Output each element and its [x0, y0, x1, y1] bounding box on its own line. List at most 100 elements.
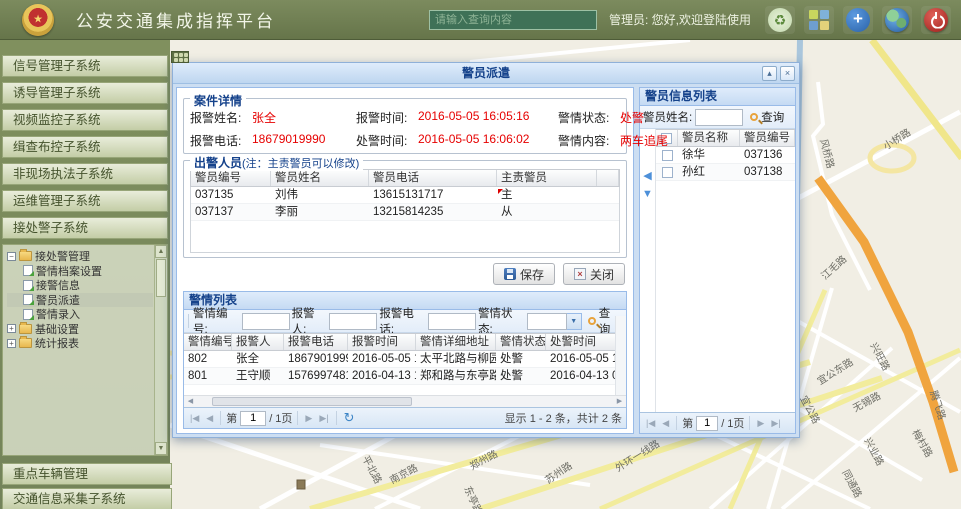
tree-scrollbar[interactable]: ▲ ▼ — [154, 245, 167, 455]
recycle-button[interactable]: ♻ — [765, 6, 795, 34]
global-search-input[interactable] — [429, 10, 597, 30]
officer-list-title: 警员信息列表 — [640, 88, 795, 106]
column-header[interactable]: 报警人 — [232, 334, 284, 350]
first-page-icon[interactable]: |◀ — [188, 413, 201, 424]
scroll-up-icon[interactable]: ▲ — [155, 245, 167, 258]
document-icon — [23, 309, 33, 320]
close-icon[interactable]: × — [780, 66, 795, 81]
column-header[interactable]: 报警时间 — [348, 334, 416, 350]
dialog-titlebar[interactable]: 警员派遣 ▴ × — [173, 63, 799, 84]
field-label: 警情内容: — [558, 132, 620, 149]
row-checkbox[interactable] — [662, 150, 673, 161]
tree-node-dispatch-mgmt[interactable]: − 接处警管理 — [7, 249, 153, 264]
next-page-icon[interactable]: ▶ — [303, 413, 314, 424]
sidebar-item-guidance[interactable]: 诱导管理子系统 — [2, 82, 168, 104]
field-value: 2016-05-05 16:05:16 — [418, 109, 558, 126]
sidebar-item-offsite-enforcement[interactable]: 非现场执法子系统 — [2, 163, 168, 185]
sidebar-item-video[interactable]: 视频监控子系统 — [2, 109, 168, 131]
tree-node-basic-settings[interactable]: + 基础设置 — [7, 322, 153, 337]
tree-node-alert-info[interactable]: 接警信息 — [7, 278, 153, 293]
dispatch-row[interactable]: 037137 李丽 13215814235 从 — [191, 204, 619, 221]
column-header[interactable]: 报警电话 — [284, 334, 348, 350]
primary-officer-cell[interactable]: 主 — [497, 187, 597, 203]
column-header[interactable]: 警员编号 — [191, 170, 271, 186]
expand-toggle-icon[interactable]: + — [7, 339, 16, 348]
column-header[interactable]: 警员名称 — [678, 130, 740, 146]
sidebar-item-traffic-info-collection[interactable]: 交通信息采集子系统 — [2, 488, 172, 509]
collapse-icon[interactable]: ▴ — [762, 66, 777, 81]
last-page-icon[interactable]: ▶| — [769, 418, 782, 429]
caller-input[interactable] — [329, 313, 377, 330]
address-cell: 太平北路与柳园路... — [416, 351, 496, 367]
row-checkbox[interactable] — [662, 167, 673, 178]
save-button[interactable]: 保存 — [493, 263, 555, 285]
column-header[interactable]: 处警时间 — [546, 334, 626, 350]
column-header-sorted[interactable]: 警情编号▼ — [184, 334, 232, 350]
close-button[interactable]: × 关闭 — [563, 263, 625, 285]
officer-name-input[interactable] — [695, 109, 743, 126]
officer-row[interactable]: 孙红 037138 — [656, 164, 795, 181]
tree-node-statistics-reports[interactable]: + 统计报表 — [7, 336, 153, 351]
primary-officer-cell[interactable]: 从 — [497, 204, 597, 220]
transfer-left-icon[interactable]: ◀ — [643, 171, 651, 181]
sidebar-item-signal[interactable]: 信号管理子系统 — [2, 55, 168, 77]
scroll-down-icon[interactable]: ▼ — [155, 442, 167, 455]
sidebar-item-police-response[interactable]: 接处警子系统 — [2, 217, 168, 239]
column-header[interactable]: 警员姓名 — [271, 170, 369, 186]
app-grid-button[interactable] — [804, 6, 834, 34]
officer-row[interactable]: 徐华 037136 — [656, 147, 795, 164]
collapse-toggle-icon[interactable]: − — [7, 252, 16, 261]
dispatch-row[interactable]: 037135 刘伟 13615131717 主 — [191, 187, 619, 204]
scrollbar-thumb[interactable] — [156, 259, 166, 297]
toolbar-separator — [676, 416, 677, 430]
phone-cell: 18679019990 — [284, 351, 348, 367]
caller-phone-input[interactable] — [428, 313, 476, 330]
officer-grid-area: ◀ ▼ 警员名称 警员编号 徐华 037136 — [640, 129, 795, 412]
prev-page-icon[interactable]: ◀ — [204, 413, 215, 424]
tree-node-alert-entry[interactable]: 警情录入 — [7, 307, 153, 322]
chevron-down-icon[interactable]: ▼ — [567, 313, 582, 330]
field-label: 报警电话: — [190, 132, 252, 149]
transfer-down-icon[interactable]: ▼ — [642, 189, 653, 199]
plus-icon: + — [846, 8, 870, 32]
refresh-icon[interactable]: ↻ — [342, 410, 357, 426]
logout-button[interactable] — [921, 6, 951, 34]
alert-no-input[interactable] — [242, 313, 290, 330]
first-page-icon[interactable]: |◀ — [644, 418, 657, 429]
scroll-left-icon[interactable]: ◀ — [184, 396, 197, 407]
column-header[interactable]: 警员电话 — [369, 170, 497, 186]
page-number-input[interactable] — [696, 416, 718, 431]
tree-node-alert-archive[interactable]: 警情档案设置 — [7, 264, 153, 279]
sidebar-item-key-vehicles[interactable]: 重点车辆管理 — [2, 463, 172, 485]
page-number-input[interactable] — [240, 411, 266, 426]
pagination-summary: 显示 1 - 2 条，共计 2 条 — [505, 410, 622, 426]
globe-icon — [885, 8, 909, 32]
column-header[interactable]: 警情详细地址 — [416, 334, 496, 350]
column-header[interactable]: 警员编号 — [740, 130, 795, 146]
add-button[interactable]: + — [843, 6, 873, 34]
page-prefix-label: 第 — [682, 415, 693, 431]
scroll-right-icon[interactable]: ▶ — [613, 396, 626, 407]
officer-query-button[interactable]: 查询 — [746, 108, 788, 127]
last-page-icon[interactable]: ▶| — [317, 413, 330, 424]
alert-row[interactable]: 801 王守顺 15769974813 2016-04-13 12:... 郑和… — [184, 368, 626, 385]
dispatch-legend-text: 出警人员 — [194, 156, 242, 170]
alert-status-select[interactable]: ▼ — [527, 313, 582, 330]
sidebar: 信号管理子系统 诱导管理子系统 视频监控子系统 缉查布控子系统 非现场执法子系统… — [0, 40, 170, 509]
alert-pagination-bar: |◀ ◀ 第 / 1页 ▶ ▶| ↻ 显示 1 - 2 条，共计 2 条 — [184, 407, 626, 428]
hscroll-thumb[interactable] — [212, 397, 412, 406]
vertical-scrollbar[interactable] — [615, 316, 626, 395]
prev-page-icon[interactable]: ◀ — [660, 418, 671, 429]
tree-node-officer-dispatch[interactable]: 警员派遣 — [7, 293, 153, 308]
column-header[interactable]: 主责警员 — [497, 170, 597, 186]
sidebar-item-investigation[interactable]: 缉查布控子系统 — [2, 136, 168, 158]
drag-dots-button[interactable] — [171, 51, 189, 63]
case-details-fieldset: 案件详情 报警姓名: 张全 报警时间: 2016-05-05 16:05:16 … — [183, 98, 627, 154]
alert-row[interactable]: 802 张全 18679019990 2016-05-05 16:... 太平北… — [184, 351, 626, 368]
horizontal-scrollbar[interactable]: ◀ ▶ — [184, 395, 626, 407]
column-header[interactable]: 警情状态 — [496, 334, 546, 350]
map-globe-button[interactable] — [882, 6, 912, 34]
next-page-icon[interactable]: ▶ — [755, 418, 766, 429]
expand-toggle-icon[interactable]: + — [7, 324, 16, 333]
sidebar-item-operations[interactable]: 运维管理子系统 — [2, 190, 168, 212]
